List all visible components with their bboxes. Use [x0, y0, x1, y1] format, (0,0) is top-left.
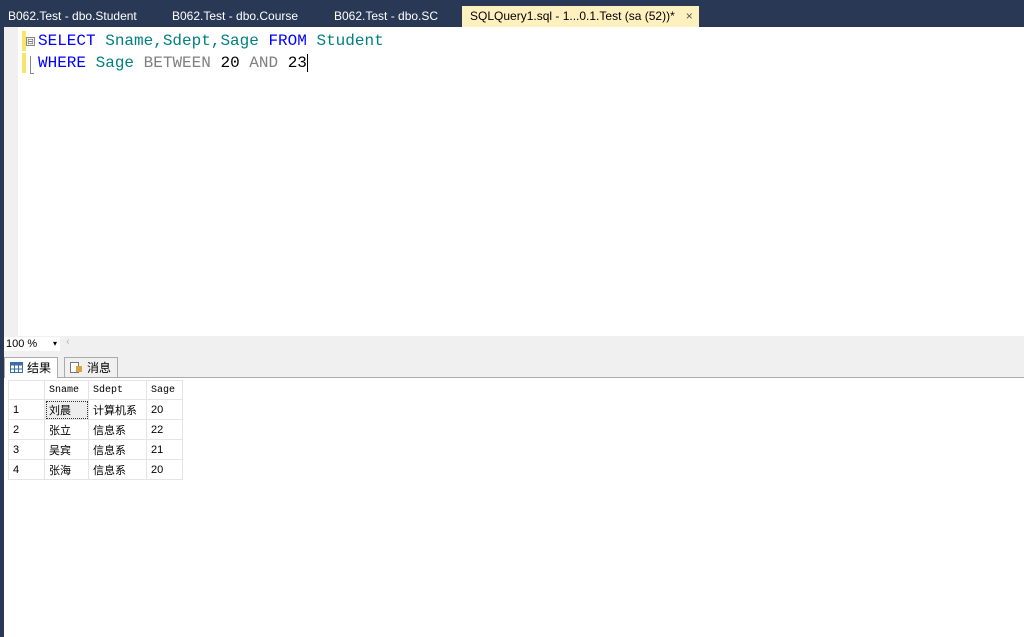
- tab-sc[interactable]: B062.Test - dbo.SC: [326, 6, 446, 27]
- cell-sname[interactable]: 刘晨: [44, 399, 89, 420]
- cell-sname[interactable]: 吴宾: [44, 439, 89, 460]
- cell-sdept[interactable]: 信息系: [88, 439, 147, 460]
- cell-sage[interactable]: 20: [146, 399, 183, 420]
- column-header-sage[interactable]: Sage: [146, 380, 183, 400]
- cell-sdept[interactable]: 计算机系: [88, 399, 147, 420]
- cell-sdept[interactable]: 信息系: [88, 419, 147, 440]
- cell-sage[interactable]: 21: [146, 439, 183, 460]
- identifier: Sname,Sdept,Sage: [105, 32, 259, 50]
- cell-sname[interactable]: 张海: [44, 459, 89, 480]
- column-header-sdept[interactable]: Sdept: [88, 380, 147, 400]
- zoom-select[interactable]: 100 % ▾: [4, 337, 60, 351]
- tab-student[interactable]: B062.Test - dbo.Student: [0, 6, 145, 27]
- tab-label: 消息: [87, 361, 112, 375]
- close-icon[interactable]: ×: [686, 6, 693, 27]
- row-number[interactable]: 3: [8, 439, 45, 460]
- keyword: FROM: [268, 32, 307, 50]
- fold-line: [30, 56, 34, 74]
- tab-results[interactable]: 结果: [4, 357, 59, 378]
- document-tab-bar: B062.Test - dbo.Student B062.Test - dbo.…: [0, 0, 1024, 27]
- identifier: Sage: [95, 54, 135, 73]
- cell-sname[interactable]: 张立: [44, 419, 89, 440]
- row-number[interactable]: 1: [8, 399, 45, 420]
- change-marker: [22, 53, 26, 73]
- code-line-1: SELECT Sname,Sdept,Sage FROM Student: [38, 32, 384, 50]
- cell-sage[interactable]: 22: [146, 419, 183, 440]
- zoom-bar: 100 % ▾ ‹: [4, 336, 1024, 352]
- cell-sage[interactable]: 20: [146, 459, 183, 480]
- row-number[interactable]: 4: [8, 459, 45, 480]
- tab-sqlquery1[interactable]: SQLQuery1.sql - 1...0.1.Test (sa (52))* ×: [462, 6, 699, 27]
- cell-sdept[interactable]: 信息系: [88, 459, 147, 480]
- scroll-left-icon[interactable]: ‹: [66, 336, 70, 348]
- table-row[interactable]: 4 张海 信息系 20: [8, 459, 183, 480]
- column-header-sname[interactable]: Sname: [44, 380, 89, 400]
- sql-editor[interactable]: ⊟ SELECT Sname,Sdept,Sage FROM Student W…: [4, 27, 1024, 336]
- table-row[interactable]: 1 刘晨 计算机系 20: [8, 399, 183, 420]
- code-line-2: WHERE Sage BETWEEN 20 AND 23: [38, 54, 308, 72]
- table-row[interactable]: 2 张立 信息系 22: [8, 419, 183, 440]
- tab-course[interactable]: B062.Test - dbo.Course: [164, 6, 306, 27]
- text-cursor: [306, 54, 308, 72]
- number: 20: [220, 54, 240, 73]
- keyword: SELECT: [38, 32, 96, 50]
- collapse-icon[interactable]: ⊟: [26, 37, 35, 46]
- zoom-value: 100 %: [6, 338, 38, 350]
- header-row: Sname Sdept Sage: [8, 380, 183, 400]
- chevron-down-icon: ▾: [52, 339, 57, 348]
- tab-messages[interactable]: 消息: [64, 357, 119, 378]
- tab-label: SQLQuery1.sql - 1...0.1.Test (sa (52))*: [470, 9, 675, 23]
- row-number[interactable]: 2: [8, 419, 45, 440]
- tab-label: 结果: [27, 361, 52, 375]
- results-grid[interactable]: Sname Sdept Sage 1 刘晨 计算机系 20 2 张立 信息系 2…: [4, 378, 1024, 637]
- table-row[interactable]: 3 吴宾 信息系 21: [8, 439, 183, 460]
- messages-icon: [70, 362, 82, 373]
- identifier: Student: [316, 32, 384, 50]
- operator: AND: [249, 54, 279, 73]
- number: 23: [287, 54, 307, 73]
- row-number-header: [8, 380, 45, 400]
- keyword: WHERE: [38, 54, 87, 73]
- grid-icon: [10, 362, 23, 373]
- result-tabs: 结果 消息: [4, 352, 1024, 378]
- operator: BETWEEN: [143, 54, 211, 73]
